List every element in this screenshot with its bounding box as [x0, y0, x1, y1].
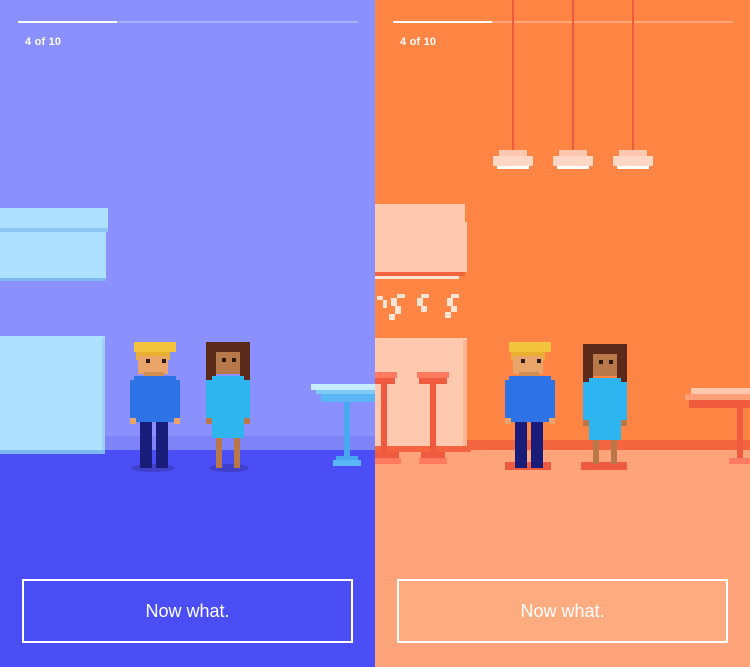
steam: [377, 294, 459, 320]
game-panel-right: 4 of 10 Now what.: [375, 0, 750, 667]
pendant-lamps: [493, 0, 653, 169]
cafe-scene: [375, 0, 750, 667]
now-what-button[interactable]: Now what.: [22, 579, 353, 643]
now-what-button[interactable]: Now what.: [397, 579, 728, 643]
counter: [375, 338, 471, 452]
office-scene: [0, 208, 375, 667]
kitchen-hood: [375, 204, 467, 279]
wall-cabinet: [0, 208, 108, 281]
counter: [0, 336, 105, 454]
game-panel-left: 4 of 10 Now what.: [0, 0, 375, 667]
